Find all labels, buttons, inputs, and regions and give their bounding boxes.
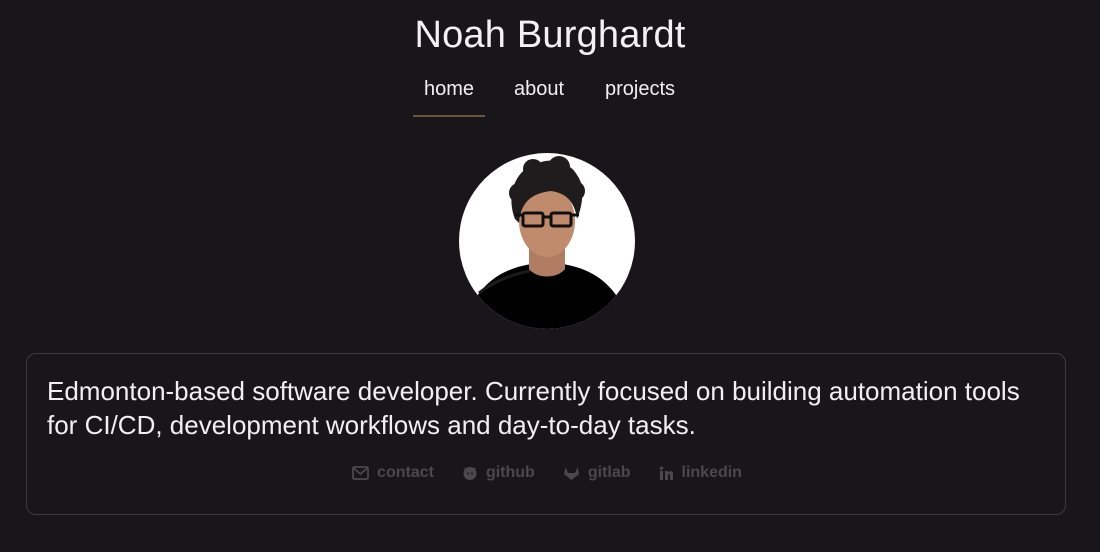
github-link[interactable]: github [462, 464, 535, 482]
github-label: github [485, 464, 535, 481]
gitlab-label: gitlab [587, 464, 631, 481]
social-links: contact github gitlab linkedin [27, 464, 1067, 482]
bio-card: Edmonton-based software developer. Curre… [26, 353, 1066, 515]
main-nav: home about projects [0, 74, 1100, 117]
nav-item-about[interactable]: about [485, 74, 593, 117]
gitlab-icon [563, 465, 580, 481]
linkedin-label: linkedin [681, 464, 742, 481]
github-icon [462, 465, 478, 481]
avatar-illustration [459, 156, 635, 329]
envelope-icon [352, 466, 369, 480]
nav-item-home[interactable]: home [413, 74, 485, 117]
avatar [459, 153, 635, 329]
site-title: Noah Burghardt [414, 14, 686, 56]
gitlab-link[interactable]: gitlab [563, 464, 631, 482]
contact-link[interactable]: contact [352, 464, 434, 482]
nav-item-projects[interactable]: projects [593, 74, 687, 117]
bio-text: Edmonton-based software developer. Curre… [47, 376, 1020, 440]
linkedin-link[interactable]: linkedin [659, 464, 742, 482]
linkedin-icon [659, 466, 674, 481]
contact-label: contact [377, 464, 434, 481]
